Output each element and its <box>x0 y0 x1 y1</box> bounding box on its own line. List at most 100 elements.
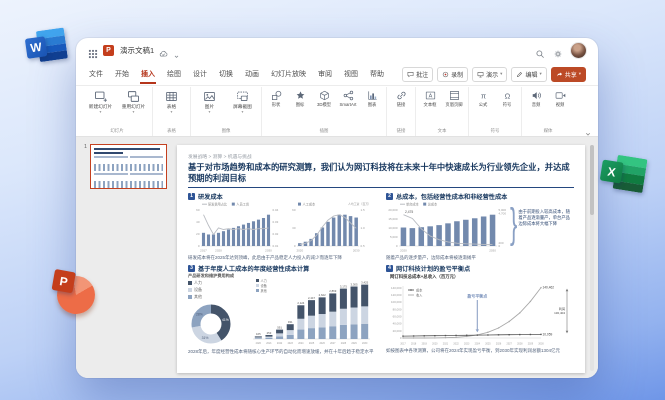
icons-button[interactable]: 图标 <box>288 88 312 108</box>
panel-total-cost[interactable]: 2 总成本，包括经营性成本和非经营性成本 05,00010,00015,0002… <box>386 192 572 261</box>
new-slide-button[interactable]: 新建幻灯片▾ <box>84 88 117 115</box>
slide-thumbnail-panel: 1 <box>76 137 174 378</box>
title-chevron-down-icon[interactable] <box>173 47 180 54</box>
comments-button[interactable]: 批注 <box>402 67 433 82</box>
rd-labor-chart[interactable]: 030600.51.01.520202030人工成本人均工资（百万） <box>284 201 372 253</box>
svg-text:盈亏平衡点: 盈亏平衡点 <box>466 292 487 298</box>
present-button[interactable]: 演示▾ <box>472 67 507 82</box>
equation-button[interactable]: π 公式 <box>471 88 495 108</box>
svg-text:20,000: 20,000 <box>393 329 402 333</box>
panel-opex[interactable]: 3 基于年度人工成本的年度经营性成本计算 产品研发和维护费用构成 人力 设备 其 <box>188 264 374 355</box>
svg-text:3,175: 3,175 <box>340 284 347 288</box>
svg-text:2026: 2026 <box>319 342 325 345</box>
svg-text:π: π <box>480 91 485 100</box>
search-icon[interactable] <box>535 46 545 56</box>
ribbon-group-images: 图片▾ 屏幕截图▾ 图像 <box>191 87 262 136</box>
svg-text:0: 0 <box>400 336 402 340</box>
panel-number-badge: 3 <box>188 265 195 272</box>
share-button[interactable]: 共享▾ <box>551 67 586 82</box>
total-cost-chart[interactable]: 05,00010,00015,00020,00002004,7005,00020… <box>386 201 510 253</box>
tab-animations[interactable]: 动画 <box>244 65 260 84</box>
excel-letter-tile: X <box>600 160 624 184</box>
video-button[interactable]: 视频 <box>548 88 572 108</box>
svg-text:2,869: 2,869 <box>329 289 336 293</box>
svg-text:2020: 2020 <box>215 248 222 252</box>
svg-text:收入: 收入 <box>416 292 423 297</box>
svg-text:130,404: 130,404 <box>554 311 565 315</box>
rd-cost-trend-chart[interactable]: 02040600.010.020.030.04201720202030研发费用占… <box>188 201 284 253</box>
tab-draw[interactable]: 绘图 <box>166 65 182 84</box>
picture-button[interactable]: 图片▾ <box>193 88 226 115</box>
textbox-button[interactable]: A 文本框 <box>418 88 442 108</box>
svg-text:Ω: Ω <box>504 91 510 100</box>
table-button[interactable]: 表格▾ <box>155 88 188 115</box>
tab-insert[interactable]: 插入 <box>140 65 156 84</box>
3d-model-button[interactable]: 3D模型 <box>312 88 336 108</box>
svg-text:单台成本: 单台成本 <box>406 201 420 206</box>
panel-breakeven[interactable]: 4 网订科技计划的盈亏平衡点 网订科技总成本+总收入（百万元） 020,0004… <box>386 264 572 355</box>
svg-text:20,000: 20,000 <box>388 208 398 212</box>
app-launcher-icon[interactable] <box>88 46 98 56</box>
opex-donut-chart[interactable]: 41%31%28% <box>188 301 246 347</box>
chart-button[interactable]: 图表 <box>360 88 384 108</box>
tab-home[interactable]: 开始 <box>114 65 130 84</box>
svg-text:2021: 2021 <box>443 342 449 345</box>
tab-help[interactable]: 帮助 <box>369 65 385 84</box>
word-app-icon: W <box>24 25 71 66</box>
ribbon-group-illustrations: 形状 图标 3D模型 SmartArt <box>262 87 387 136</box>
svg-text:1.0: 1.0 <box>361 226 366 230</box>
svg-text:2020: 2020 <box>400 248 407 252</box>
document-title[interactable]: 演示文稿1 <box>120 45 154 56</box>
panel-title: 研发成本 <box>198 192 223 201</box>
svg-text:2028: 2028 <box>517 342 523 345</box>
ribbon-group-symbols: π 公式 Ω 符号 符号 <box>469 87 522 136</box>
svg-text:人员工资: 人员工资 <box>236 201 250 206</box>
svg-text:总成本: 总成本 <box>428 201 438 206</box>
tab-view[interactable]: 视图 <box>343 65 359 84</box>
panel-rd-cost[interactable]: 1 研发成本 02040600.010.020.030.042017202020… <box>188 192 374 261</box>
comments-label: 批注 <box>416 70 428 79</box>
slide-title[interactable]: 基于对市场趋势和成本的研究测算，我们认为网订科技将在未来十年中快速成长为行业领先… <box>188 162 574 184</box>
collapse-ribbon-icon[interactable] <box>584 125 592 133</box>
record-icon <box>442 71 449 78</box>
share-label: 共享 <box>565 70 577 79</box>
svg-text:5,000: 5,000 <box>390 235 398 239</box>
record-button[interactable]: 录制 <box>437 67 468 82</box>
slide-thumbnail[interactable] <box>90 144 167 189</box>
audio-button[interactable]: 音频 <box>524 88 548 108</box>
tab-review[interactable]: 审阅 <box>317 65 333 84</box>
svg-text:0.5: 0.5 <box>361 244 366 248</box>
svg-text:2,475: 2,475 <box>405 210 413 214</box>
reuse-slides-button[interactable]: 重用幻灯片▾ <box>117 88 150 115</box>
ribbon-group-links: 链接 链接 <box>387 87 416 136</box>
tab-file[interactable]: 文件 <box>88 65 104 84</box>
user-avatar[interactable] <box>571 43 586 58</box>
slide-canvas[interactable]: 发展战略 > 测算 > 机遇与挑战 基于对市场趋势和成本的研究测算，我们认为网订… <box>177 145 585 373</box>
link-button[interactable]: 链接 <box>389 88 413 108</box>
svg-text:3,305: 3,305 <box>351 282 358 286</box>
tab-transitions[interactable]: 切换 <box>218 65 234 84</box>
ribbon-insert: 新建幻灯片▾ 重用幻灯片▾ 幻灯片 表格▾ 表格 <box>76 86 598 137</box>
screenshot-button[interactable]: 屏幕截图▾ <box>226 88 259 115</box>
breakeven-chart[interactable]: 020,00040,00060,00080,000100,000120,0001… <box>386 280 572 346</box>
editing-mode-button[interactable]: 编辑▾ <box>511 67 546 82</box>
legend-swatch <box>188 288 192 292</box>
svg-text:2025: 2025 <box>485 342 491 345</box>
header-footer-button[interactable]: 页眉页脚 <box>442 88 466 108</box>
cloud-saved-icon <box>159 46 168 55</box>
slide-canvas-area: 发展战略 > 测算 > 机遇与挑战 基于对市场趋势和成本的研究测算，我们认为网订… <box>174 137 598 378</box>
scrollbar-thumb[interactable] <box>590 145 594 215</box>
scrollbar <box>590 145 594 371</box>
svg-text:A: A <box>428 94 432 100</box>
panel-number-badge: 4 <box>386 265 393 272</box>
smartart-button[interactable]: SmartArt <box>336 88 360 107</box>
breadcrumb[interactable]: 发展战略 > 测算 > 机遇与挑战 <box>188 153 574 160</box>
tab-slideshow[interactable]: 幻灯片放映 <box>270 65 307 84</box>
opex-stacked-chart[interactable]: 16520202532021591202293120232,12420242,4… <box>250 273 372 345</box>
shapes-button[interactable]: 形状 <box>264 88 288 108</box>
settings-gear-icon[interactable] <box>553 46 563 56</box>
tab-design[interactable]: 设计 <box>192 65 208 84</box>
word-letter-tile: W <box>25 36 48 59</box>
symbol-button[interactable]: Ω 符号 <box>495 88 519 108</box>
svg-text:15,000: 15,000 <box>388 217 398 221</box>
